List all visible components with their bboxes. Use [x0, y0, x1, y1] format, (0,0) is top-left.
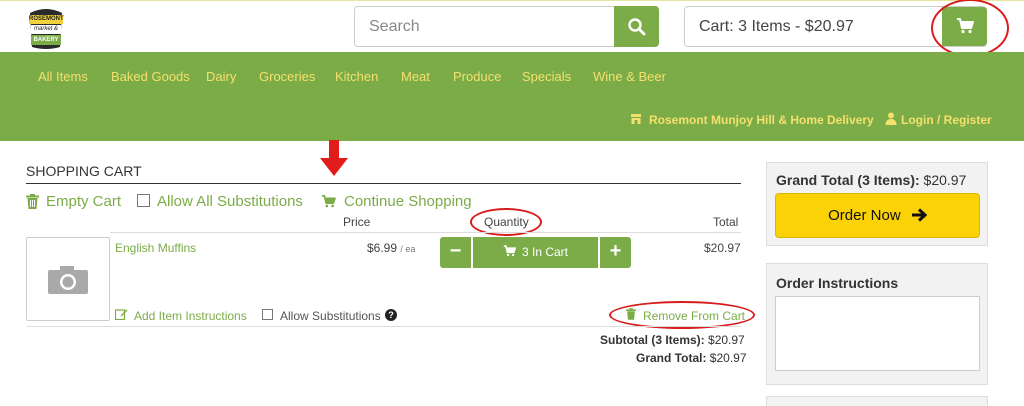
search-input[interactable] — [354, 6, 614, 47]
nav-item-all-items[interactable]: All Items — [38, 69, 88, 84]
quantity-stepper: − 3 In Cart + — [440, 237, 631, 268]
annotation-circle-remove — [609, 301, 755, 329]
store-icon — [630, 113, 642, 125]
cart-icon — [321, 195, 336, 208]
logo[interactable]: ROSEMONT market & BAKERY — [26, 7, 66, 49]
item-price: $6.99 / ea — [367, 241, 415, 255]
cart-icon — [503, 245, 516, 257]
nav-item-specials[interactable]: Specials — [522, 69, 571, 84]
subtotal-label: Subtotal (3 Items): — [600, 333, 705, 347]
title-divider — [26, 183, 741, 184]
edit-icon — [115, 308, 128, 320]
row-divider — [110, 232, 741, 233]
arrow-right-icon — [911, 207, 927, 222]
panel-grand-total-value: $20.97 — [923, 172, 967, 188]
main-nav: All Items Baked Goods Dairy Groceries Ki… — [0, 52, 1024, 141]
order-instructions-panel: Order Instructions — [766, 263, 988, 385]
allow-substitutions-label[interactable]: Allow Substitutions — [280, 309, 381, 323]
nav-item-baked-goods[interactable]: Baked Goods — [111, 69, 190, 84]
in-cart-button[interactable]: 3 In Cart — [473, 237, 598, 268]
product-name-link[interactable]: English Muffins — [115, 241, 196, 255]
logo-line-1: ROSEMONT — [29, 16, 64, 22]
order-summary-panel: Grand Total (3 Items): $20.97 Order Now — [766, 162, 988, 246]
top-bar: ROSEMONT market & BAKERY Cart: 3 Items -… — [0, 0, 1024, 57]
column-header-total: Total — [713, 215, 739, 229]
empty-cart-link[interactable]: Empty Cart — [46, 193, 121, 210]
item-price-value: $6.99 — [367, 241, 398, 255]
allow-substitutions-checkbox[interactable] — [262, 309, 273, 320]
item-total: $20.97 — [704, 241, 741, 255]
user-icon — [885, 112, 897, 125]
nav-item-produce[interactable]: Produce — [453, 69, 501, 84]
nav-item-groceries[interactable]: Groceries — [259, 69, 315, 84]
row-divider — [26, 326, 741, 327]
annotation-arrow — [320, 140, 348, 176]
logo-line-2: market & — [33, 26, 58, 32]
continue-shopping-link[interactable]: Continue Shopping — [344, 193, 472, 210]
search-button[interactable] — [614, 6, 659, 47]
grand-total-value: $20.97 — [709, 351, 747, 365]
allow-all-subs-checkbox[interactable] — [137, 194, 150, 207]
allow-all-subs-label[interactable]: Allow All Substitutions — [157, 193, 303, 210]
order-now-label: Order Now — [828, 207, 901, 224]
grand-total: Grand Total: $20.97 — [636, 351, 747, 365]
order-instructions-textarea[interactable] — [775, 296, 980, 371]
panel-grand-total-label: Grand Total (3 Items): — [776, 172, 920, 188]
nav-item-meat[interactable]: Meat — [401, 69, 430, 84]
login-register-link[interactable]: Login / Register — [901, 113, 992, 127]
store-selector[interactable]: Rosemont Munjoy Hill & Home Delivery — [649, 113, 874, 127]
in-cart-label: 3 In Cart — [521, 245, 569, 259]
logo-line-3: BAKERY — [33, 37, 59, 43]
subtotal: Subtotal (3 Items): $20.97 — [600, 333, 745, 347]
subtotal-value: $20.97 — [708, 333, 745, 347]
nav-item-dairy[interactable]: Dairy — [206, 69, 236, 84]
cart-summary-text: Cart: 3 Items - $20.97 — [699, 18, 854, 35]
decrease-quantity-button[interactable]: − — [440, 237, 471, 268]
panel-grand-total: Grand Total (3 Items): $20.97 — [776, 172, 966, 188]
grand-total-label: Grand Total: — [636, 351, 707, 365]
trash-icon — [26, 194, 39, 209]
nav-item-kitchen[interactable]: Kitchen — [335, 69, 378, 84]
page-title: SHOPPING CART — [26, 163, 142, 179]
increase-quantity-button[interactable]: + — [600, 237, 631, 268]
annotation-circle-cart — [931, 0, 1009, 57]
order-instructions-title: Order Instructions — [776, 275, 899, 291]
add-item-instructions-link[interactable]: Add Item Instructions — [134, 309, 247, 323]
next-panel-edge — [766, 396, 988, 406]
search-icon — [628, 18, 646, 36]
product-image-placeholder[interactable] — [26, 237, 110, 321]
nav-item-wine-beer[interactable]: Wine & Beer — [593, 69, 666, 84]
camera-icon — [48, 266, 88, 294]
search-bar — [354, 6, 659, 47]
column-header-price: Price — [343, 215, 371, 229]
order-now-button[interactable]: Order Now — [775, 193, 980, 238]
help-icon[interactable]: ? — [385, 309, 397, 321]
item-price-unit: / ea — [400, 244, 416, 254]
